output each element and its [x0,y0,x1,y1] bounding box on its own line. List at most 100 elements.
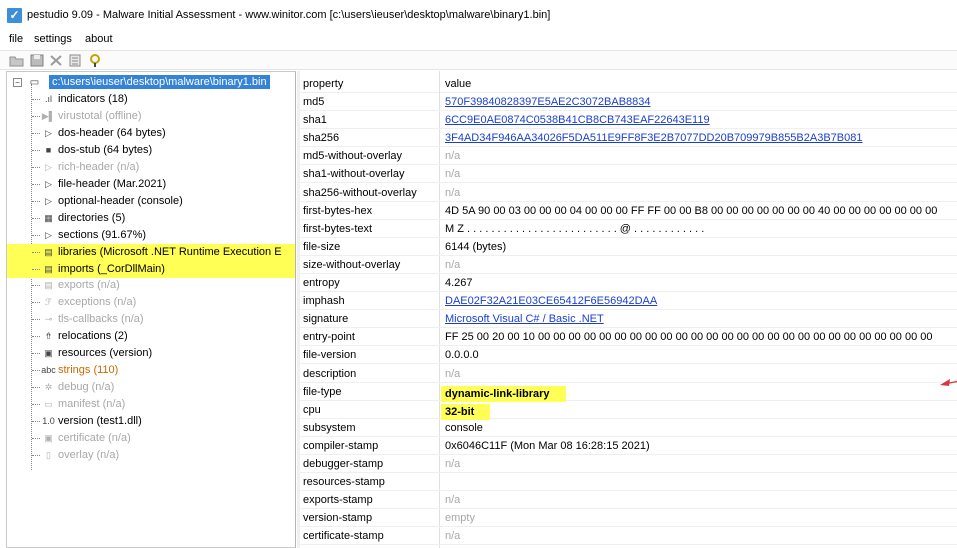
header-property[interactable]: property [303,78,343,90]
tree-item[interactable]: ▤ libraries (Microsoft .NET Runtime Execu… [7,243,295,261]
certificate-icon: ▣ [44,433,53,443]
tree-item[interactable]: ▣ resources (version) [7,345,295,362]
tree-item[interactable]: ▷ file-header (Mar.2021) [7,176,295,193]
debug-icon: ✲ [44,382,53,393]
tree-item-label: relocations (2) [58,330,128,343]
table-row[interactable]: certificate-stamp n/a [300,527,957,546]
table-row[interactable]: description n/a [300,365,957,383]
table-row[interactable]: first-bytes-text M Z . . . . . . . . . . … [300,220,957,238]
table-row[interactable]: debugger-stamp n/a [300,455,957,473]
pestudio-icon: ✓ [7,8,22,23]
tree-item-label: overlay (n/a) [58,448,120,461]
property-cell: size-without-overlay [303,258,401,271]
tree-item[interactable]: ✲ debug (n/a) [7,379,295,396]
resources-icon: ▣ [44,348,53,359]
value-cell: n/a [445,494,461,507]
table-row[interactable]: resources-stamp [300,473,957,492]
property-cell: imphash [303,295,345,308]
table-row[interactable]: file-size 6144 (bytes) [300,238,957,256]
strings-icon: abc [41,365,56,376]
property-cell: subsystem [303,421,356,434]
tree-connector [32,251,40,253]
table-row[interactable]: sha256 3F4AD34F946AA34026F5DA511E9FF8F3E2… [300,129,957,148]
virustotal-icon: ▶▌ [41,110,56,121]
tree-item[interactable]: ▭ manifest (n/a) [7,396,295,413]
value-cell: FF 25 00 20 00 10 00 00 00 00 00 00 00 0… [445,331,933,344]
tree-connector [32,387,40,389]
tree-root[interactable]: − ▭ c:\users\ieuser\desktop\malware\bina… [7,74,295,91]
tree-item-label: manifest (n/a) [58,398,126,411]
save-icon[interactable] [29,53,45,68]
value-cell[interactable]: 570F39840828397E5AE2C3072BAB8834 [445,96,651,108]
tree-item[interactable]: ⊸ tls-callbacks (n/a) [7,311,295,328]
tree-item[interactable]: 1.0 version (test1.dll) [7,413,295,430]
tree-item[interactable]: ⇮ relocations (2) [7,328,295,345]
version-icon: 1.0 [42,416,55,427]
table-row[interactable]: cpu 32-bit [300,401,957,420]
table-row[interactable]: imphash DAE02F32A21E03CE65412F6E56942DAA [300,292,957,311]
property-cell: file-version [303,349,357,362]
help-icon[interactable] [87,53,103,68]
tree-connector [32,132,40,134]
table-row[interactable]: file-type dynamic-link-library [300,383,957,402]
imports-icon: ▤ [44,263,53,274]
property-cell: sha256 [303,132,340,145]
arrow-icon: ▷ [45,127,52,138]
value-cell: n/a [445,258,461,271]
table-row[interactable]: sha256-without-overlay n/a [300,184,957,202]
table-row[interactable]: file-version 0.0.0.0 [300,346,957,365]
value-cell[interactable]: 3F4AD34F946AA34026F5DA511E9FF8F3E2B7077D… [445,132,862,144]
tree-item[interactable]: .ıl indicators (18) [7,91,295,108]
table-row[interactable]: sha1 6CC9E0AE0874C0538B41CB8CB743EAF22643… [300,111,957,130]
tree-item[interactable]: ▯ overlay (n/a) [7,447,295,464]
menu-settings[interactable]: settings [34,33,72,45]
tree-item[interactable]: ▤ exports (n/a) [7,277,295,294]
tree-item[interactable]: abc strings (110) [7,362,295,379]
tree-item-label: virustotal (offline) [58,109,142,122]
tree-item[interactable]: ▷ sections (91.67%) [7,227,295,244]
table-row[interactable]: subsystem console [300,419,957,437]
table-row[interactable]: md5 570F39840828397E5AE2C3072BAB8834 [300,93,957,111]
menu-about[interactable]: about [85,33,113,45]
value-cell: n/a [445,530,461,543]
tree-item[interactable]: ▷ dos-header (64 bytes) [7,125,295,142]
menu-bar: file settings about [0,30,957,48]
table-row[interactable]: md5-without-overlay n/a [300,147,957,166]
tree-item[interactable]: ■ dos-stub (64 bytes) [7,142,295,159]
arrow-icon: ▷ [45,195,52,206]
property-cell: sha1 [303,114,327,127]
table-row[interactable]: size-without-overlay n/a [300,256,957,274]
table-row[interactable]: compiler-stamp 0x6046C11F (Mon Mar 08 16:… [300,437,957,455]
property-cell: debugger-stamp [303,458,384,470]
open-icon[interactable] [9,53,25,68]
list-icon[interactable] [67,53,83,68]
table-row[interactable]: first-bytes-hex 4D 5A 90 00 03 00 00 00 0… [300,202,957,220]
file-icon: ▭ [29,77,40,88]
table-row[interactable]: entropy 4.267 [300,274,957,292]
close-icon[interactable] [48,53,64,68]
tree-item-label: strings (110) [58,364,119,377]
table-row[interactable]: version-stamp empty [300,509,957,528]
tree-item[interactable]: ▶▌ virustotal (offline) [7,108,295,125]
value-cell[interactable]: 6CC9E0AE0874C0538B41CB8CB743EAF22643E119 [445,114,710,126]
table-row[interactable]: sha1-without-overlay n/a [300,165,957,184]
tree-item[interactable]: ▤ imports (_CorDllMain) [7,260,295,278]
collapse-icon[interactable]: − [13,78,22,87]
table-row[interactable]: exports-stamp n/a [300,491,957,510]
table-row[interactable]: signature Microsoft Visual C# / Basic .NE… [300,310,957,329]
tree-connector [32,404,40,406]
tree-item[interactable]: ▷ rich-header (n/a) [7,159,295,176]
tree-item[interactable]: ▣ certificate (n/a) [7,430,295,447]
value-cell: 4.267 [445,277,473,289]
property-cell: md5 [303,96,325,108]
tree-item[interactable]: ▷ optional-header (console) [7,193,295,210]
tree-item-label: dos-header (64 bytes) [58,126,166,139]
tree-item[interactable]: ℱexceptions (n/a) [7,294,295,311]
menu-file[interactable]: file [9,33,23,45]
value-cell[interactable]: DAE02F32A21E03CE65412F6E56942DAA [445,295,657,307]
value-cell: console [445,421,483,434]
table-row[interactable]: entry-point FF 25 00 20 00 10 00 00 00 00… [300,328,957,347]
value-cell[interactable]: Microsoft Visual C# / Basic .NET [445,313,604,325]
header-value[interactable]: value [445,78,471,90]
tree-item[interactable]: ▦ directories (5) [7,210,295,227]
